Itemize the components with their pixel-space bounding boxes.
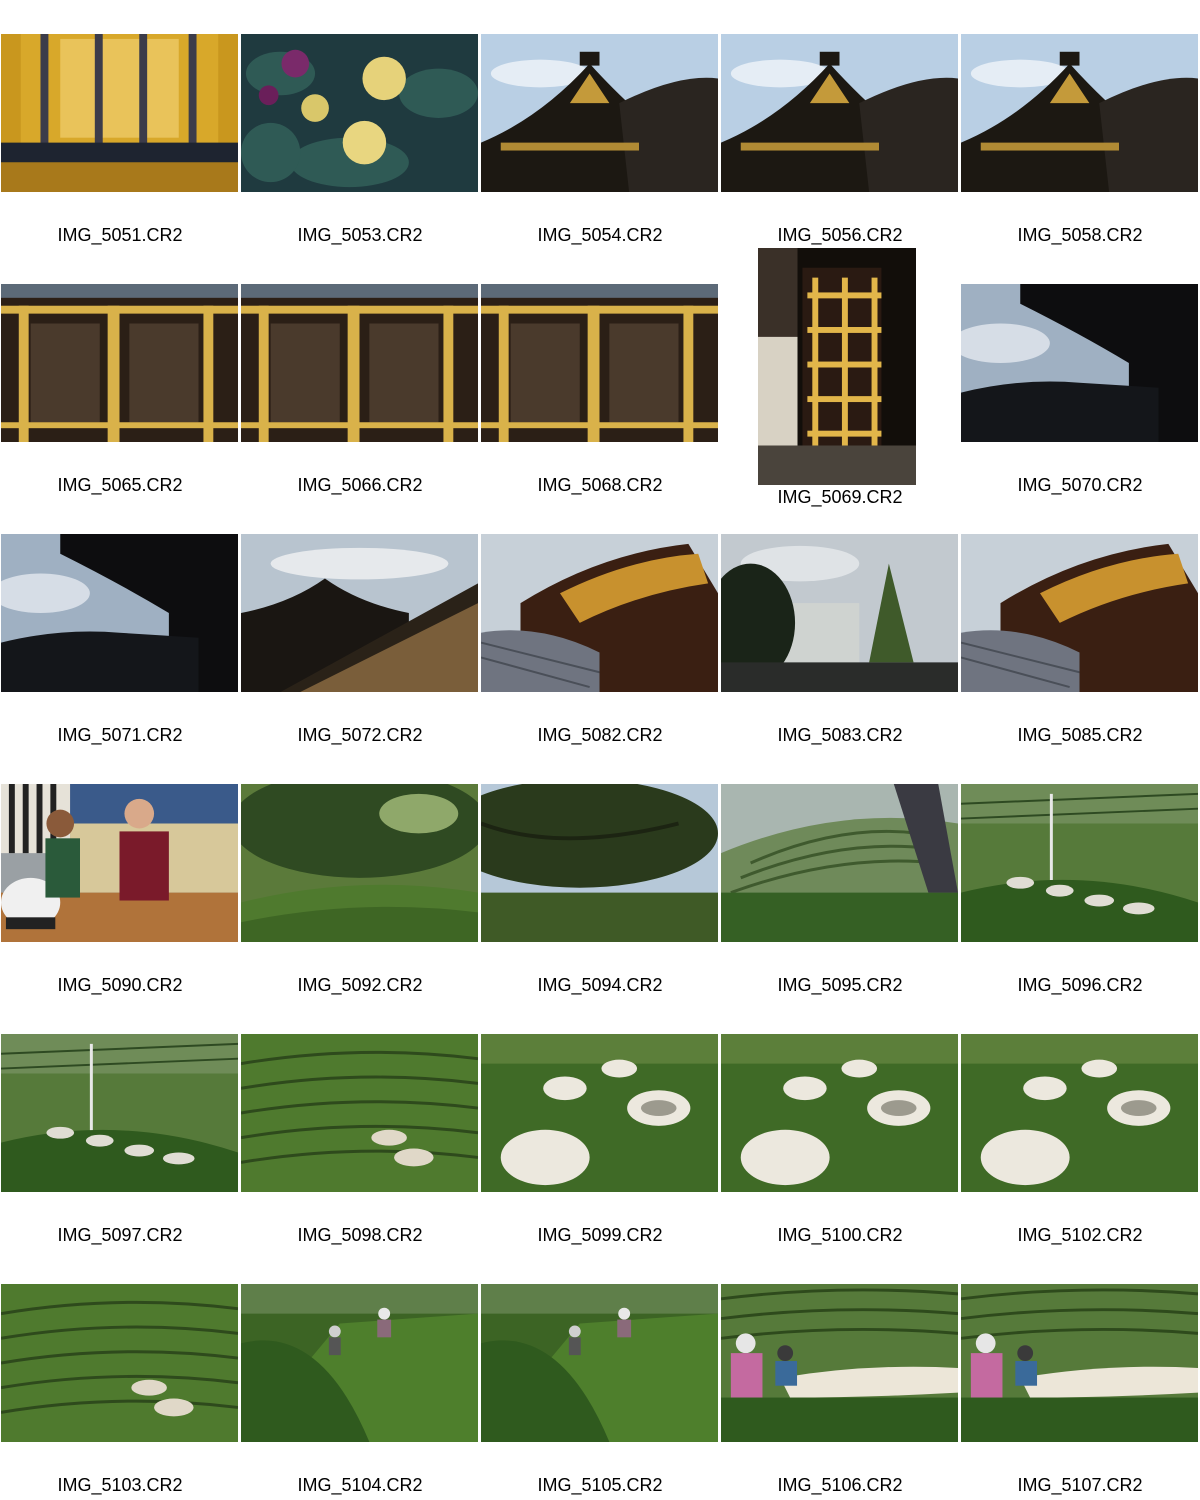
photo-filename: IMG_5099.CR2 xyxy=(537,1225,663,1245)
photo-thumbnail[interactable] xyxy=(721,534,958,692)
photo-filename: IMG_5070.CR2 xyxy=(1017,475,1143,495)
photo-cell[interactable]: IMG_5102.CR2 xyxy=(960,1000,1200,1250)
photo-thumbnail[interactable] xyxy=(481,784,718,942)
photo-filename: IMG_5083.CR2 xyxy=(777,725,903,745)
photo-cell[interactable]: IMG_5104.CR2 xyxy=(240,1250,480,1500)
photo-thumbnail[interactable] xyxy=(1,1284,238,1442)
photo-cell[interactable]: IMG_5082.CR2 xyxy=(480,500,720,750)
photo-cell[interactable]: IMG_5100.CR2 xyxy=(720,1000,960,1250)
photo-thumbnail[interactable] xyxy=(481,284,718,442)
photo-cell[interactable]: IMG_5071.CR2 xyxy=(0,500,240,750)
photo-thumbnail[interactable] xyxy=(961,784,1198,942)
photo-thumbnail[interactable] xyxy=(481,1034,718,1192)
photo-thumbnail[interactable] xyxy=(1,534,238,692)
photo-filename: IMG_5090.CR2 xyxy=(57,975,183,995)
photo-filename: IMG_5082.CR2 xyxy=(537,725,663,745)
photo-thumbnail[interactable] xyxy=(961,34,1198,192)
photo-cell[interactable]: IMG_5068.CR2 xyxy=(480,250,720,500)
photo-cell[interactable]: IMG_5065.CR2 xyxy=(0,250,240,500)
photo-filename: IMG_5072.CR2 xyxy=(297,725,423,745)
photo-filename: IMG_5106.CR2 xyxy=(777,1475,903,1495)
photo-filename: IMG_5071.CR2 xyxy=(57,725,183,745)
photo-cell[interactable]: IMG_5098.CR2 xyxy=(240,1000,480,1250)
photo-filename: IMG_5058.CR2 xyxy=(1017,225,1143,245)
photo-cell[interactable]: IMG_5094.CR2 xyxy=(480,750,720,1000)
photo-cell[interactable]: IMG_5095.CR2 xyxy=(720,750,960,1000)
photo-filename: IMG_5051.CR2 xyxy=(57,225,183,245)
photo-cell[interactable]: IMG_5085.CR2 xyxy=(960,500,1200,750)
contact-sheet: IMG_5051.CR2 IMG_5053.CR2 IMG_5054.CR2 I… xyxy=(0,0,1200,1500)
photo-thumbnail[interactable] xyxy=(961,1034,1198,1192)
photo-cell[interactable]: IMG_5097.CR2 xyxy=(0,1000,240,1250)
photo-filename: IMG_5094.CR2 xyxy=(537,975,663,995)
photo-filename: IMG_5104.CR2 xyxy=(297,1475,423,1495)
photo-filename: IMG_5096.CR2 xyxy=(1017,975,1143,995)
photo-cell[interactable]: IMG_5070.CR2 xyxy=(960,250,1200,500)
photo-filename: IMG_5098.CR2 xyxy=(297,1225,423,1245)
photo-filename: IMG_5053.CR2 xyxy=(297,225,423,245)
photo-cell[interactable]: IMG_5058.CR2 xyxy=(960,0,1200,250)
photo-cell[interactable]: IMG_5090.CR2 xyxy=(0,750,240,1000)
photo-filename: IMG_5065.CR2 xyxy=(57,475,183,495)
photo-thumbnail[interactable] xyxy=(721,1284,958,1442)
photo-thumbnail[interactable] xyxy=(1,34,238,192)
photo-thumbnail[interactable] xyxy=(481,534,718,692)
photo-cell[interactable]: IMG_5099.CR2 xyxy=(480,1000,720,1250)
photo-filename: IMG_5068.CR2 xyxy=(537,475,663,495)
photo-thumbnail[interactable] xyxy=(1,1034,238,1192)
photo-thumbnail[interactable] xyxy=(241,284,478,442)
photo-filename: IMG_5102.CR2 xyxy=(1017,1225,1143,1245)
photo-filename: IMG_5100.CR2 xyxy=(777,1225,903,1245)
photo-cell[interactable]: IMG_5107.CR2 xyxy=(960,1250,1200,1500)
photo-thumbnail[interactable] xyxy=(758,248,916,485)
photo-thumbnail[interactable] xyxy=(1,784,238,942)
photo-cell[interactable]: IMG_5096.CR2 xyxy=(960,750,1200,1000)
photo-filename: IMG_5097.CR2 xyxy=(57,1225,183,1245)
photo-cell[interactable]: IMG_5072.CR2 xyxy=(240,500,480,750)
photo-thumbnail[interactable] xyxy=(241,784,478,942)
photo-cell[interactable]: IMG_5092.CR2 xyxy=(240,750,480,1000)
photo-thumbnail[interactable] xyxy=(241,34,478,192)
photo-cell[interactable]: IMG_5069.CR2 xyxy=(720,248,960,507)
photo-cell[interactable]: IMG_5054.CR2 xyxy=(480,0,720,250)
photo-filename: IMG_5054.CR2 xyxy=(537,225,663,245)
photo-cell[interactable]: IMG_5066.CR2 xyxy=(240,250,480,500)
photo-thumbnail[interactable] xyxy=(241,1284,478,1442)
photo-filename: IMG_5092.CR2 xyxy=(297,975,423,995)
photo-filename: IMG_5105.CR2 xyxy=(537,1475,663,1495)
photo-thumbnail[interactable] xyxy=(721,34,958,192)
photo-cell[interactable]: IMG_5103.CR2 xyxy=(0,1250,240,1500)
photo-thumbnail[interactable] xyxy=(721,784,958,942)
photo-thumbnail[interactable] xyxy=(481,34,718,192)
photo-thumbnail[interactable] xyxy=(241,1034,478,1192)
photo-cell[interactable]: IMG_5106.CR2 xyxy=(720,1250,960,1500)
photo-cell[interactable]: IMG_5053.CR2 xyxy=(240,0,480,250)
photo-thumbnail[interactable] xyxy=(481,1284,718,1442)
photo-thumbnail[interactable] xyxy=(961,1284,1198,1442)
photo-thumbnail[interactable] xyxy=(721,1034,958,1192)
photo-filename: IMG_5103.CR2 xyxy=(57,1475,183,1495)
photo-cell[interactable]: IMG_5083.CR2 xyxy=(720,500,960,750)
photo-cell[interactable]: IMG_5051.CR2 xyxy=(0,0,240,250)
photo-thumbnail[interactable] xyxy=(241,534,478,692)
photo-filename: IMG_5095.CR2 xyxy=(777,975,903,995)
photo-thumbnail[interactable] xyxy=(1,284,238,442)
photo-thumbnail[interactable] xyxy=(961,534,1198,692)
photo-cell[interactable]: IMG_5056.CR2 xyxy=(720,0,960,250)
photo-filename: IMG_5085.CR2 xyxy=(1017,725,1143,745)
photo-thumbnail[interactable] xyxy=(961,284,1198,442)
photo-filename: IMG_5066.CR2 xyxy=(297,475,423,495)
photo-filename: IMG_5056.CR2 xyxy=(777,225,903,245)
photo-cell[interactable]: IMG_5105.CR2 xyxy=(480,1250,720,1500)
photo-filename: IMG_5107.CR2 xyxy=(1017,1475,1143,1495)
